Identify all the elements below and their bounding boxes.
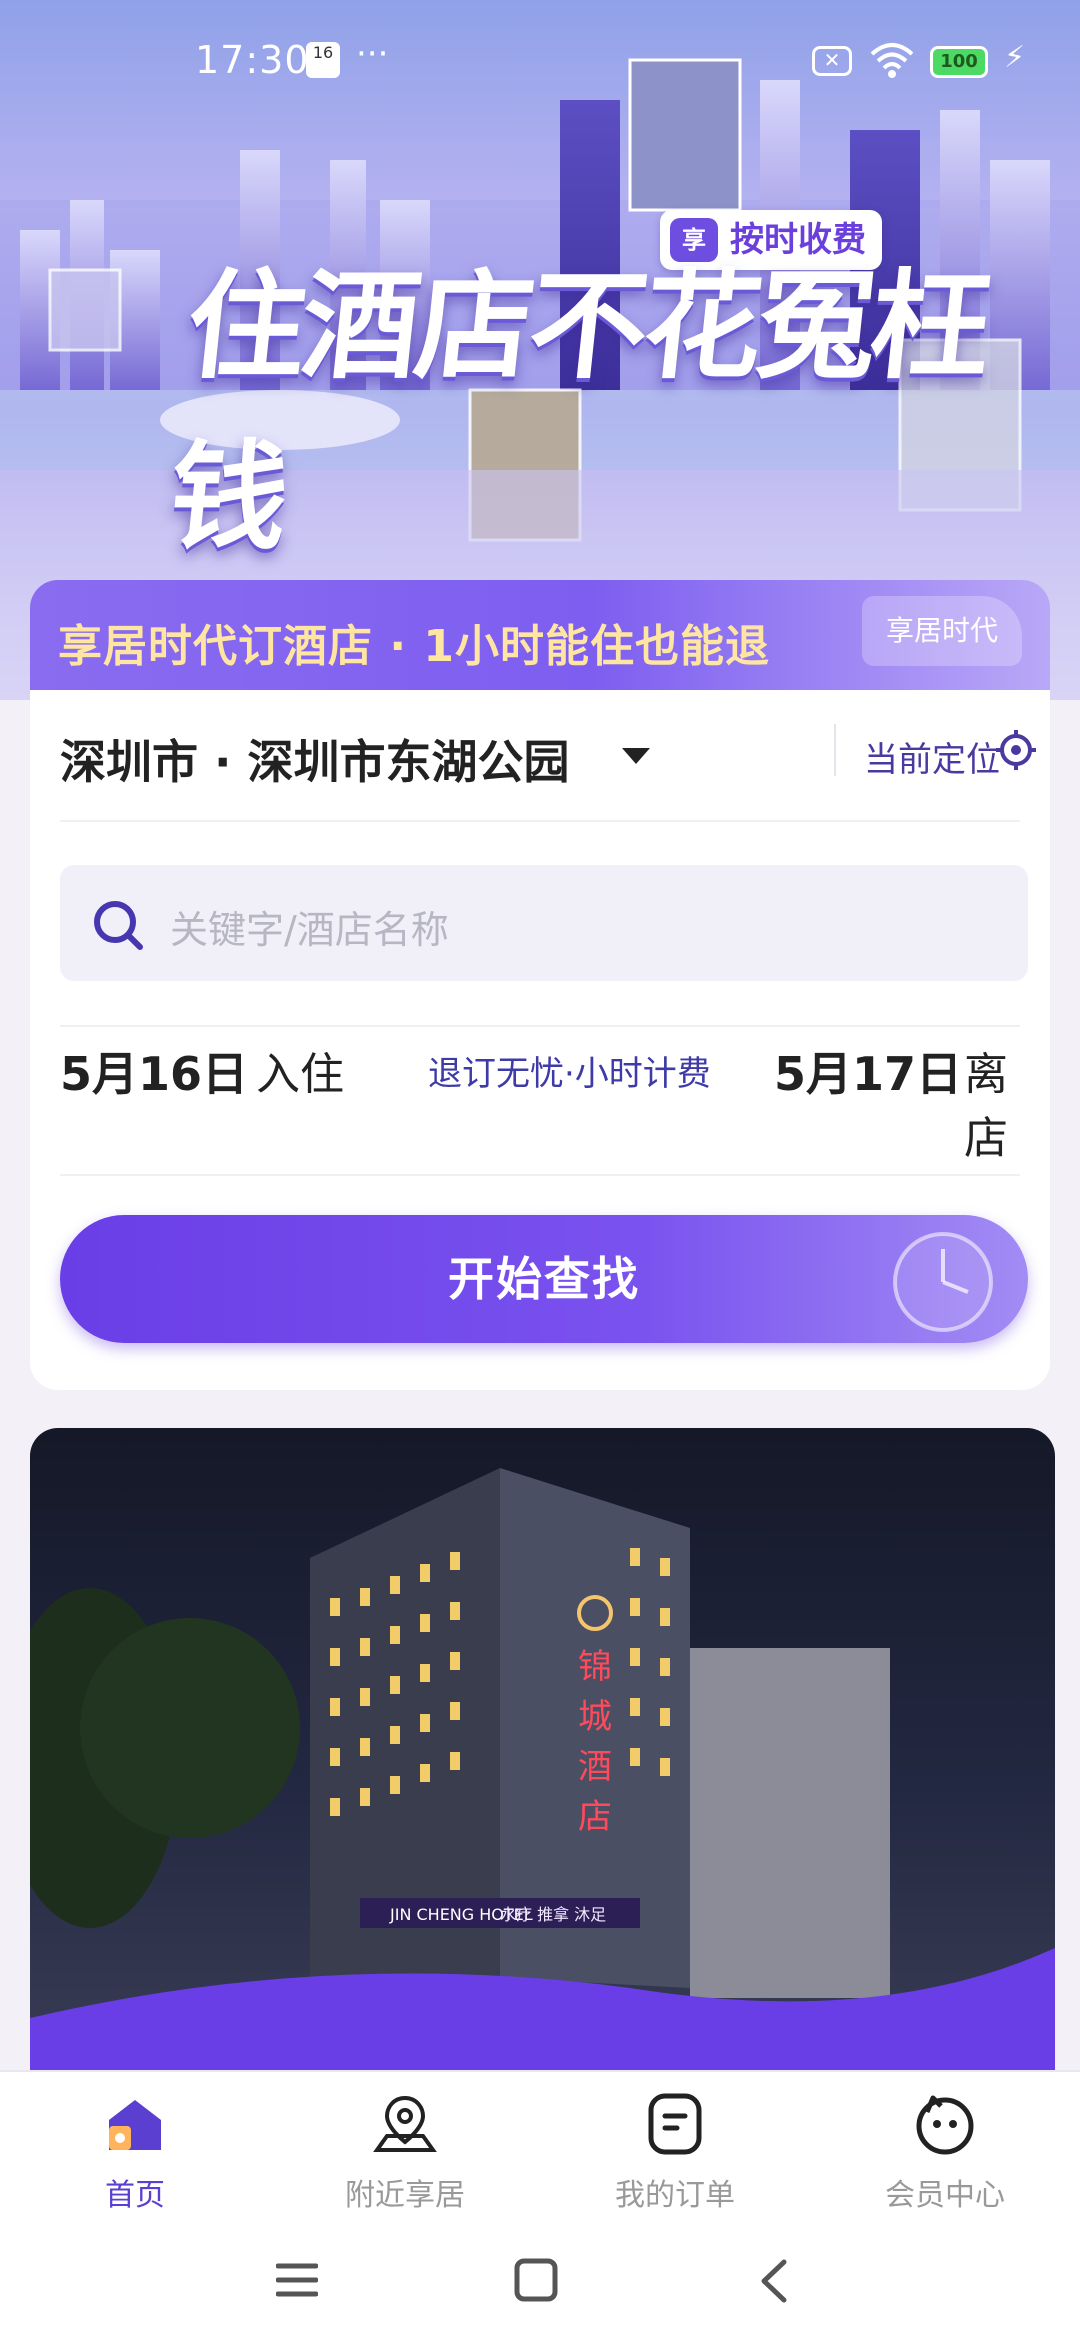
- home-square-icon[interactable]: [514, 2258, 558, 2302]
- hotel-sign-char: 锦: [578, 1647, 612, 1687]
- more-notifications-icon: ···: [356, 34, 389, 74]
- chevron-down-icon[interactable]: [622, 748, 650, 764]
- tab-orders[interactable]: 我的订单: [540, 2092, 810, 2222]
- tab-label: 会员中心: [885, 2178, 1005, 2213]
- start-search-button[interactable]: 开始查找: [60, 1215, 1028, 1343]
- tab-label: 附近享居: [345, 2178, 465, 2213]
- system-navigation-bar: [0, 2220, 1080, 2340]
- member-icon: [916, 2095, 974, 2155]
- refund-note: 退订无忧·小时计费: [428, 1054, 711, 1094]
- search-card: 深圳市 · 深圳市东湖公园 当前定位 关键字/酒店名称 5月16日 入住 退订无…: [30, 690, 1050, 1390]
- search-icon: [94, 901, 143, 950]
- hotel-sign-char: 店: [578, 1797, 612, 1837]
- search-placeholder: 关键字/酒店名称: [170, 908, 449, 952]
- tab-member[interactable]: 会员中心: [810, 2092, 1080, 2222]
- date-selector[interactable]: 5月16日 入住 退订无忧·小时计费 5月17日 离店: [60, 1020, 1028, 1164]
- battery-icon: 100: [930, 46, 988, 78]
- hotel-photo: 锦 城 酒 店 JIN CHENG HOTEL 水疗 推拿 沐足: [30, 1468, 1055, 2078]
- hero-slogan: 住酒店不花冤枉钱: [162, 257, 994, 566]
- checkout-date[interactable]: 5月17日: [774, 1038, 962, 1104]
- divider: [834, 724, 836, 776]
- checkin-label: 入住: [256, 1049, 344, 1100]
- start-search-label: 开始查找: [448, 1252, 640, 1306]
- location-row: 深圳市 · 深圳市东湖公园 当前定位: [60, 720, 1036, 796]
- current-location-button[interactable]: 当前定位: [864, 732, 1000, 781]
- order-icon: [648, 2093, 702, 2155]
- back-icon[interactable]: [758, 2258, 788, 2304]
- tab-label: 我的订单: [615, 2178, 735, 2213]
- promo-ribbon: 享居时代订酒店 · 1小时能住也能退 享居时代: [30, 580, 1050, 690]
- calendar-icon: 16: [306, 42, 340, 78]
- sim-off-icon: ✕: [812, 46, 852, 76]
- home-icon: [109, 2100, 161, 2150]
- hotel-sign-char: 酒: [578, 1747, 612, 1787]
- search-input[interactable]: 关键字/酒店名称: [60, 865, 1028, 981]
- checkin-date[interactable]: 5月16日: [60, 1038, 248, 1104]
- tab-nearby[interactable]: 附近享居: [270, 2092, 540, 2222]
- hotel-sign-char: 城: [578, 1697, 612, 1737]
- hotel-services-sign: 水疗 推拿 沐足: [500, 1905, 606, 1924]
- hotel-banner[interactable]: 锦 城 酒 店 JIN CHENG HOTEL 水疗 推拿 沐足: [30, 1428, 1055, 2078]
- status-time: 17:30: [195, 38, 310, 82]
- locate-icon[interactable]: [994, 728, 1038, 772]
- tab-label: 首页: [105, 2178, 165, 2213]
- brand-logo: 享居时代: [862, 596, 1022, 666]
- promo-text: 享居时代订酒店 · 1小时能住也能退: [58, 621, 770, 672]
- tab-home[interactable]: 首页: [0, 2092, 270, 2222]
- map-pin-icon: [373, 2095, 437, 2152]
- menu-icon[interactable]: [276, 2262, 318, 2298]
- city-location-selector[interactable]: 深圳市 · 深圳市东湖公园: [60, 726, 570, 792]
- bottom-tab-bar: 首页 附近享居 我的订单 会员中心: [0, 2070, 1080, 2222]
- status-bar: 17:30 16 ··· ✕ 100 ⚡: [0, 0, 1080, 120]
- charging-icon: ⚡: [1004, 40, 1026, 75]
- wifi-icon: [870, 43, 914, 78]
- divider: [60, 820, 1020, 822]
- divider: [60, 1174, 1020, 1176]
- clock-icon: [893, 1232, 993, 1332]
- checkout-label: 离店: [964, 1049, 1008, 1164]
